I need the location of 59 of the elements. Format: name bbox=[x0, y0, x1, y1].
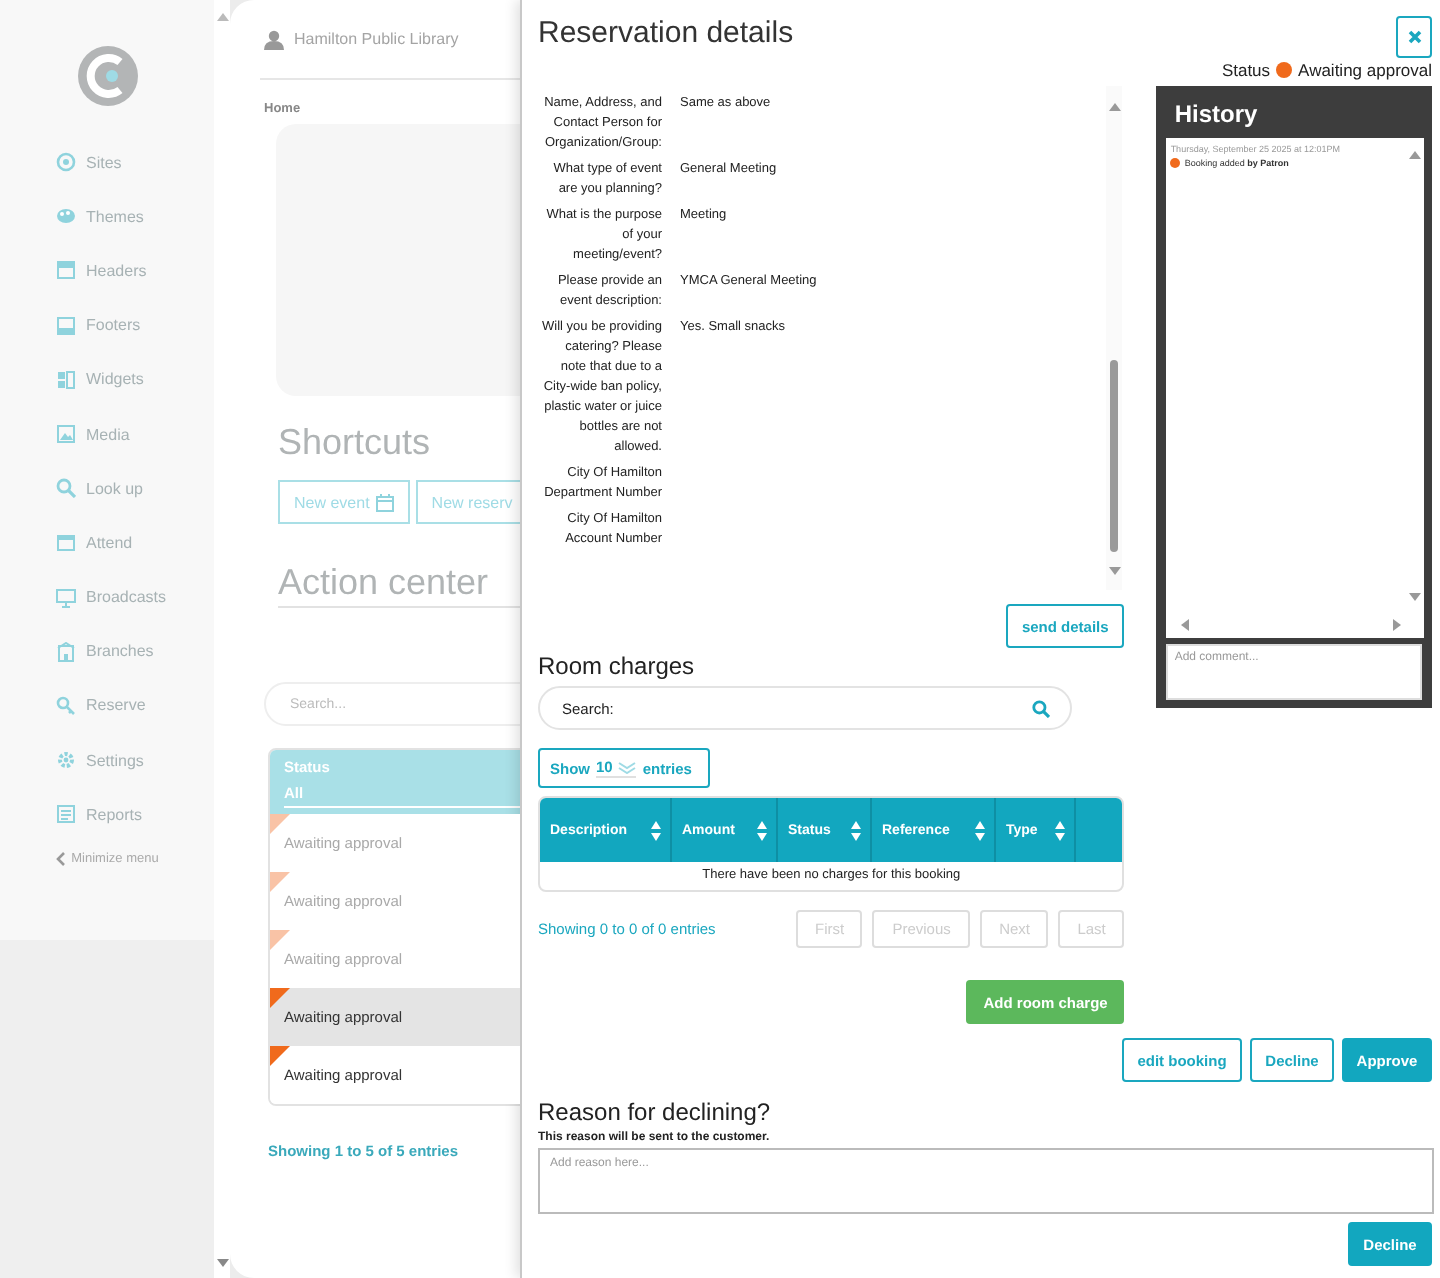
shortcut-button[interactable]: New event bbox=[278, 480, 410, 524]
section-title: Room charges bbox=[538, 652, 697, 680]
sidebar-item[interactable]: Media bbox=[56, 421, 167, 447]
sidebar-item[interactable]: Broadcasts bbox=[56, 585, 167, 610]
modal-title: Reservation details bbox=[538, 16, 794, 50]
sidebar-item[interactable]: Widgets bbox=[56, 367, 167, 392]
scroll-right-icon bbox=[1392, 618, 1402, 632]
scroll-down-icon bbox=[1408, 592, 1422, 602]
monitor-icon bbox=[56, 587, 76, 608]
key-icon bbox=[56, 695, 76, 716]
scroll-up-icon bbox=[215, 12, 229, 22]
footer-layout-icon bbox=[56, 315, 76, 336]
palette-icon bbox=[56, 206, 76, 227]
image-icon bbox=[56, 424, 76, 445]
scroll-down-icon bbox=[215, 1258, 229, 1268]
sidebar-item[interactable]: Attend bbox=[56, 530, 167, 555]
scrollbar[interactable] bbox=[1106, 86, 1123, 590]
close-button[interactable] bbox=[1396, 16, 1432, 58]
building-icon bbox=[56, 641, 76, 662]
sort-icon bbox=[850, 819, 862, 841]
sidebar-item[interactable]: Settings bbox=[56, 748, 167, 773]
user-icon bbox=[264, 29, 284, 49]
sidebar-item[interactable]: Branches bbox=[56, 639, 167, 664]
sidebar-item[interactable]: Reports bbox=[56, 802, 167, 827]
library-name: Hamilton Public Library bbox=[294, 30, 459, 48]
sidebar-item[interactable]: Sites bbox=[56, 150, 167, 175]
status-value: Awaiting approval bbox=[1298, 60, 1432, 80]
scroll-down-icon bbox=[1107, 566, 1122, 576]
sidebar-item[interactable]: Footers bbox=[56, 313, 167, 338]
chevron-left-icon bbox=[55, 852, 66, 867]
sort-icon bbox=[974, 819, 986, 841]
sidebar-item[interactable]: Themes bbox=[56, 204, 167, 229]
circle-icon bbox=[56, 152, 76, 173]
document-icon bbox=[56, 804, 76, 825]
chevron-down-icon bbox=[618, 761, 637, 773]
panel-title: History bbox=[1172, 98, 1260, 132]
calendar-icon bbox=[375, 493, 394, 511]
sidebar-item[interactable]: Headers bbox=[56, 258, 167, 284]
section-title: Shortcuts bbox=[278, 422, 431, 464]
close-icon bbox=[1407, 30, 1421, 44]
sort-icon bbox=[650, 819, 662, 841]
scroll-up-icon bbox=[1408, 150, 1422, 160]
scroll-thumb[interactable] bbox=[1110, 360, 1119, 552]
grid-icon bbox=[56, 369, 76, 390]
sidebar-item[interactable]: Reserve bbox=[56, 693, 167, 719]
scroll-left-icon bbox=[1180, 618, 1191, 632]
sidebar-item[interactable]: Look up bbox=[56, 476, 167, 501]
settings-icon bbox=[56, 750, 76, 771]
scroll-up-icon bbox=[1107, 102, 1122, 112]
header-layout-icon bbox=[56, 260, 76, 281]
shortcut-button[interactable]: New reserv bbox=[415, 480, 520, 524]
sort-icon bbox=[1054, 819, 1066, 841]
logo-icon bbox=[75, 44, 139, 108]
section-title: Reason for declining? bbox=[538, 1098, 773, 1126]
search-icon bbox=[56, 478, 76, 499]
sort-icon bbox=[756, 819, 768, 841]
status-label: Status bbox=[1221, 60, 1271, 80]
calendar-icon bbox=[56, 532, 76, 553]
search-icon bbox=[1032, 699, 1050, 717]
